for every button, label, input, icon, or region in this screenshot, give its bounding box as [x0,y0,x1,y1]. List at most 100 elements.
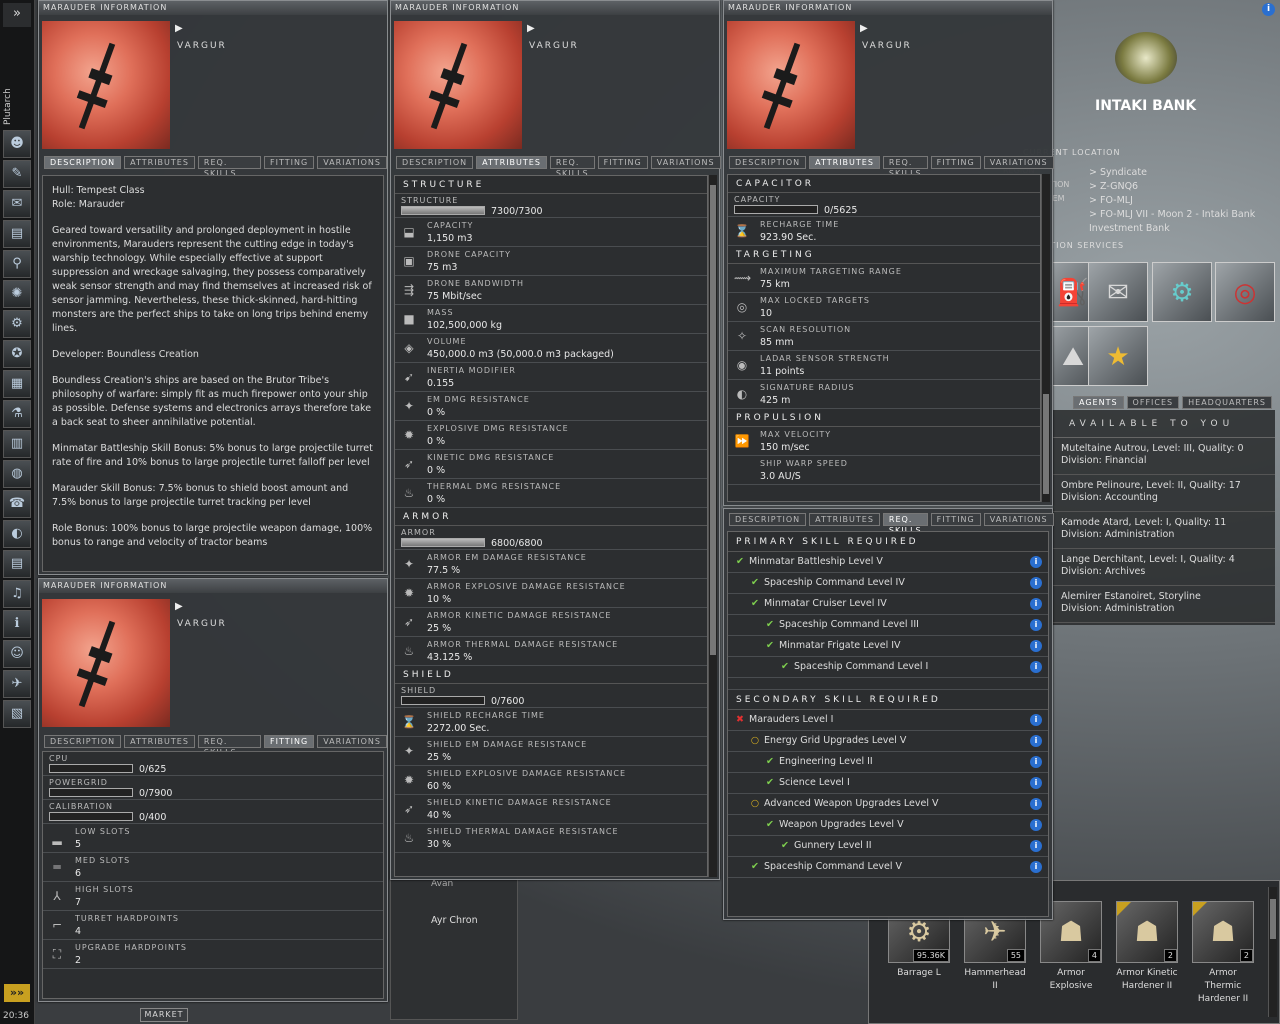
tab-req-skills[interactable]: Req. Skills [882,156,928,178]
portrait-icon[interactable]: ☺ [3,640,31,668]
tab-agents[interactable]: Agents [1073,396,1124,409]
tab-description[interactable]: Description [729,513,807,526]
skill-row[interactable]: ✔ Spaceship Command Level I i [728,657,1048,678]
capacitor-scrollbar[interactable] [1041,174,1050,502]
pilot-name[interactable]: Plutarch [3,85,19,125]
info-icon[interactable]: i [1030,640,1042,652]
tab-variations[interactable]: Variations [317,735,387,748]
skill-row[interactable]: ✔ Science Level I i [728,773,1048,794]
ship-menu-arrow-icon[interactable]: ▶ [175,23,183,34]
tab-attributes[interactable]: Attributes [809,513,880,526]
map-icon[interactable]: ✺ [3,280,31,308]
fitting-icon[interactable]: ⚙ [3,310,31,338]
browser-icon[interactable]: ◐ [3,520,31,548]
info-icon[interactable]: i [1030,840,1042,852]
tab-variations[interactable]: Variations [983,156,1054,169]
tab-headquarters[interactable]: Headquarters [1182,396,1273,409]
tab-fitting[interactable]: Fitting [264,735,315,748]
tab-fitting[interactable]: Fitting [930,156,981,169]
ship-menu-arrow-icon[interactable]: ▶ [175,601,183,612]
info-icon[interactable]: i [1030,756,1042,768]
info-icon[interactable]: i [1030,714,1042,726]
ship-hangar-icon[interactable]: ✈ [3,670,31,698]
location-value[interactable]: > FO-MLJ [1089,194,1269,208]
tab-variations[interactable]: Variations [983,513,1054,526]
tab-req-skills[interactable]: Req. Skills [197,156,262,178]
attributes-scrollbar[interactable] [708,175,717,877]
corporation-icon[interactable]: ✪ [3,340,31,368]
chat-member[interactable]: Ayr Chron [431,915,478,926]
notepad-icon[interactable]: ▤ [3,220,31,248]
tab-fitting[interactable]: Fitting [264,156,315,169]
skill-row[interactable]: ✔ Engineering Level II i [728,752,1048,773]
skill-row[interactable]: ✔ Spaceship Command Level V i [728,857,1048,878]
tab-attributes[interactable]: Attributes [124,156,195,169]
tab-fitting[interactable]: Fitting [930,513,981,526]
skill-row[interactable]: ✔ Spaceship Command Level III i [728,615,1048,636]
tab-variations[interactable]: Variations [650,156,721,169]
tab-fitting[interactable]: Fitting [597,156,648,169]
skill-row[interactable]: ✖ Marauders Level I i [728,710,1048,731]
service-fitting-button[interactable]: ⚙ [1152,262,1212,322]
agent-entry[interactable]: Kamode Atard, Level: I, Quality: 11 Divis… [1053,512,1275,549]
skill-row[interactable]: ○ Advanced Weapon Upgrades Level V i [728,794,1048,815]
science-industry-icon[interactable]: ⚗ [3,400,31,428]
tab-attributes[interactable]: Attributes [124,735,195,748]
tab-req-skills[interactable]: Req. Skills [549,156,595,178]
tab-attributes[interactable]: Attributes [809,156,880,169]
character-sheet-icon[interactable]: ☻ [3,130,31,158]
skill-row[interactable]: ✔ Minmatar Cruiser Level IV i [728,594,1048,615]
agent-entry[interactable]: Ombre Pelinoure, Level: II, Quality: 17 D… [1053,475,1275,512]
tab-description[interactable]: Description [44,156,122,169]
mail-icon[interactable]: ✉ [3,190,31,218]
location-value[interactable]: > Syndicate [1089,166,1269,180]
location-value[interactable]: > FO-MLJ VII - Moon 2 - Intaki Bank Inve… [1089,208,1269,236]
window-title[interactable]: Marauder Information [39,579,387,593]
agent-entry[interactable]: Muteltaine Autrou, Level: III, Quality: … [1053,438,1275,475]
ship-menu-arrow-icon[interactable]: ▶ [527,23,535,34]
info-icon[interactable]: i [1030,777,1042,789]
skill-row[interactable]: ✔ Weapon Upgrades Level V i [728,815,1048,836]
chat-member[interactable]: Avan [431,879,453,889]
ship-menu-arrow-icon[interactable]: ▶ [860,23,868,34]
tab-offices[interactable]: Offices [1126,396,1180,409]
skill-row[interactable]: ✔ Spaceship Command Level IV i [728,573,1048,594]
window-title[interactable]: Marauder Information [39,1,387,15]
help-icon[interactable]: ◍ [3,460,31,488]
assets-icon[interactable]: ▦ [3,370,31,398]
tab-attributes[interactable]: Attributes [476,156,547,169]
tab-description[interactable]: Description [396,156,474,169]
tab-variations[interactable]: Variations [317,156,387,169]
window-title[interactable]: Marauder Information [391,1,719,15]
log-icon[interactable]: ▤ [3,550,31,578]
tab-description[interactable]: Description [44,735,122,748]
people-places-icon[interactable]: ⚲ [3,250,31,278]
agent-entry[interactable]: Lange Derchitant, Level: I, Quality: 4 Di… [1053,549,1275,586]
info-icon[interactable]: i [1030,598,1042,610]
skill-row[interactable]: ✔ Minmatar Battleship Level V i [728,552,1048,573]
inventory-item[interactable]: ☗ 2 Armor Thermic Hardener II [1191,901,1255,1006]
inventory-scrollbar[interactable] [1268,887,1277,1017]
info-icon[interactable]: i [1030,819,1042,831]
audio-icon[interactable]: ♫ [3,580,31,608]
location-value[interactable]: > Z-GNQ6 [1089,180,1269,194]
service-bounty-button[interactable]: ◎ [1215,262,1275,322]
skill-row[interactable]: ✔ Minmatar Frigate Level IV i [728,636,1048,657]
window-title[interactable]: Marauder Information [724,1,1052,15]
chevron-right-icon[interactable]: »» [4,984,30,1002]
item-hangar-icon[interactable]: ▧ [3,700,31,728]
journal-icon[interactable]: ✎ [3,160,31,188]
contacts-icon[interactable]: ☎ [3,490,31,518]
agent-entry[interactable]: Alemirer Estanoiret, Storyline Division: … [1053,586,1275,623]
info-icon[interactable]: i [1030,861,1042,873]
info-icon[interactable]: i [1030,577,1042,589]
info-icon[interactable]: i [1030,619,1042,631]
info-icon[interactable]: i [1030,798,1042,810]
info-icon[interactable]: i [1030,661,1042,673]
wallet-icon[interactable]: ▥ [3,430,31,458]
tab-description[interactable]: Description [729,156,807,169]
info-icon[interactable]: ℹ [3,610,31,638]
info-icon[interactable]: i [1262,3,1275,16]
tab-req-skills[interactable]: Req. Skills [882,513,928,535]
tab-req-skills[interactable]: Req. Skills [197,735,262,757]
